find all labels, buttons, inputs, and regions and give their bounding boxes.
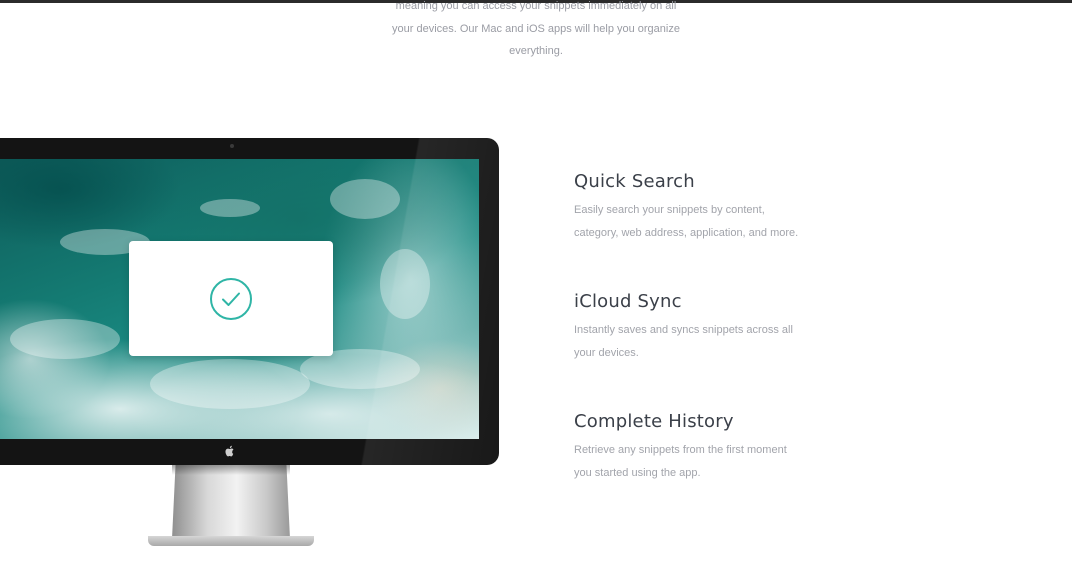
intro-line: meaning you can access your snippets imm…: [395, 0, 677, 12]
feature-description: Retrieve any snippets from the first mom…: [574, 439, 834, 485]
camera-dot: [230, 144, 234, 148]
feature-quick-search: Quick Search Easily search your snippets…: [574, 171, 834, 245]
intro-line: your devices. Our Mac and iOS apps will …: [392, 22, 680, 35]
feature-complete-history: Complete History Retrieve any snippets f…: [574, 411, 834, 485]
page: meaning you can access your snippets imm…: [0, 0, 1072, 580]
intro-line: everything.: [509, 45, 563, 57]
monitor-stand: [172, 465, 290, 539]
feature-desc-line: your devices.: [574, 347, 639, 359]
check-icon: [222, 292, 240, 306]
apple-icon: [225, 445, 234, 457]
monitor-stand-base: [148, 536, 314, 546]
feature-description: Instantly saves and syncs snippets acros…: [574, 319, 834, 365]
feature-title: Complete History: [574, 411, 734, 432]
feature-icloud-sync: iCloud Sync Instantly saves and syncs sn…: [574, 291, 834, 365]
feature-title: iCloud Sync: [574, 291, 682, 312]
success-dialog: [129, 241, 333, 356]
feature-desc-line: Retrieve any snippets from the first mom…: [574, 444, 787, 456]
feature-desc-line: you started using the app.: [574, 467, 701, 479]
intro-text: meaning you can access your snippets imm…: [376, 0, 696, 63]
screen-glare: [359, 138, 499, 465]
stand-shadow: [172, 465, 290, 475]
feature-description: Easily search your snippets by content, …: [574, 199, 834, 245]
feature-title: Quick Search: [574, 171, 695, 192]
feature-desc-line: Easily search your snippets by content,: [574, 204, 765, 216]
check-circle-icon: [210, 278, 252, 320]
feature-desc-line: category, web address, application, and …: [574, 227, 799, 239]
feature-desc-line: Instantly saves and syncs snippets acros…: [574, 324, 793, 336]
